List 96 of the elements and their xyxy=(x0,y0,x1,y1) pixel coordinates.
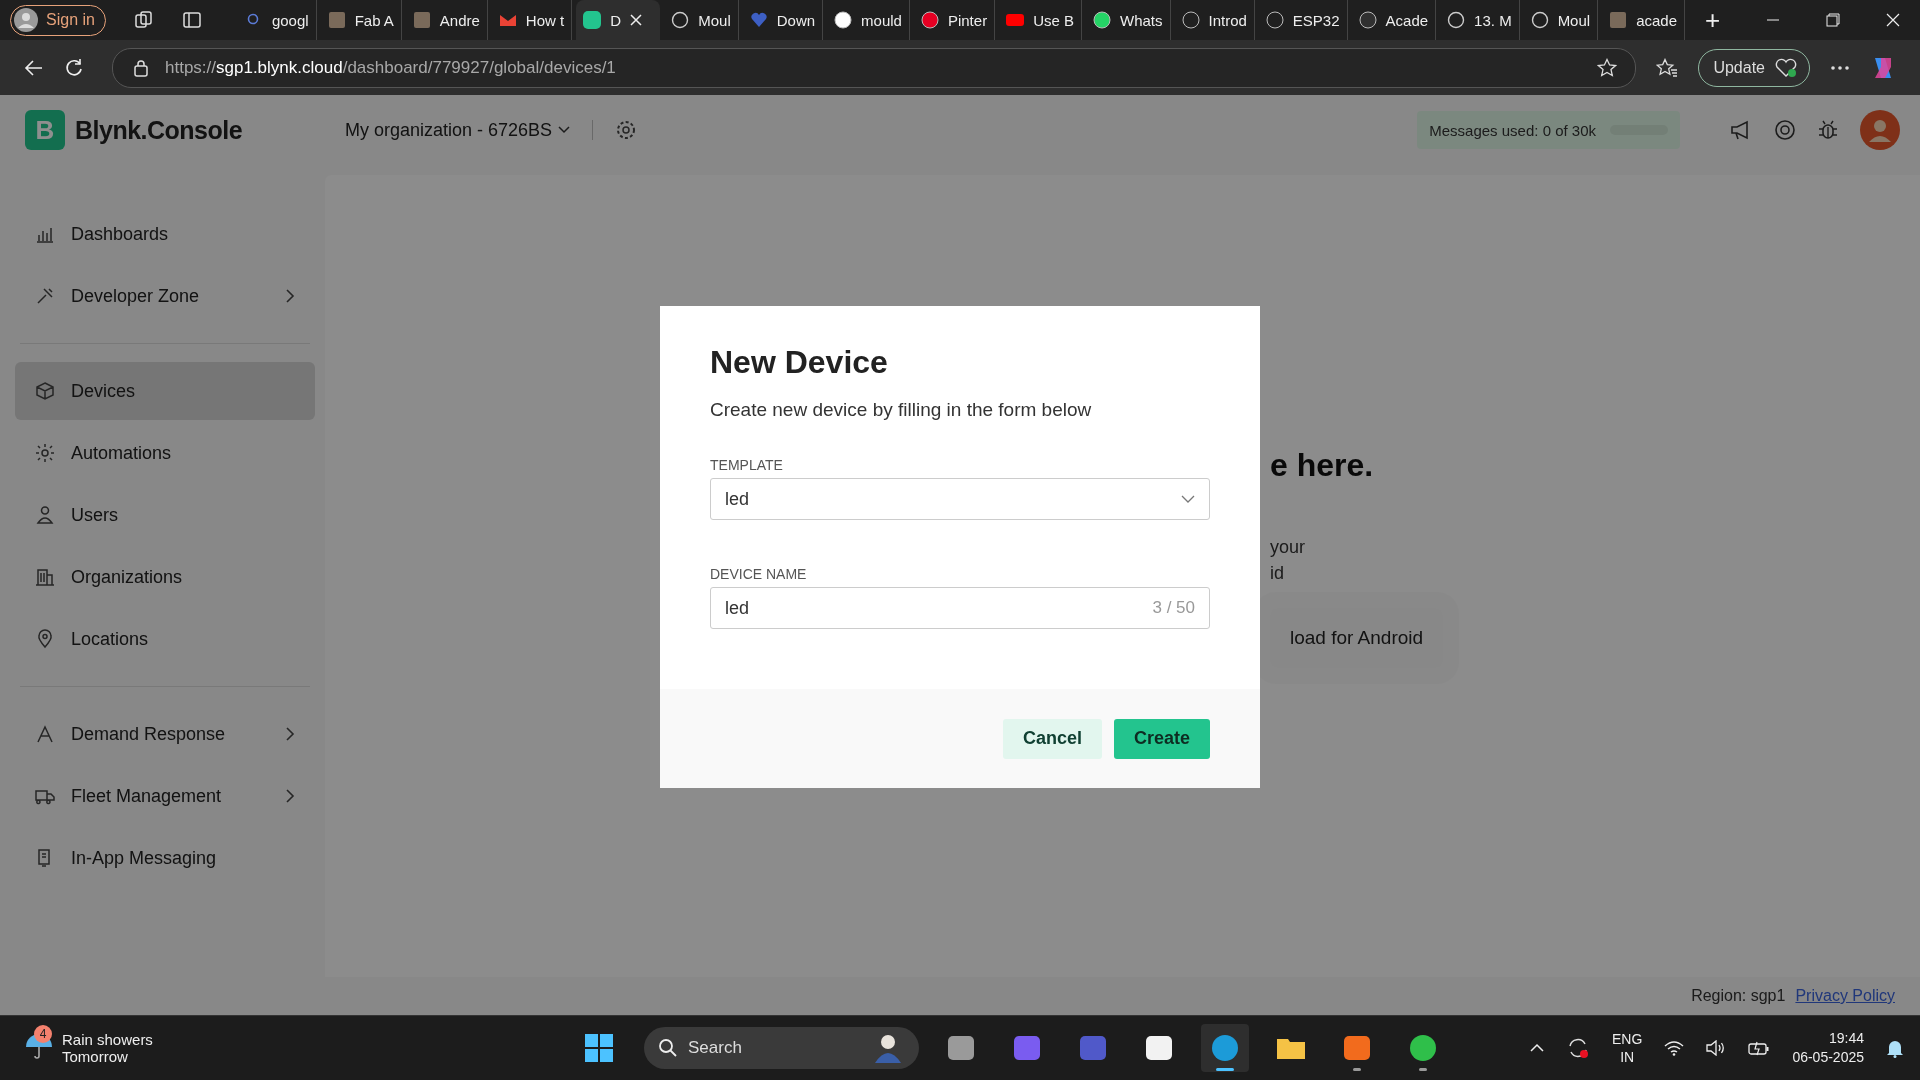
start-icon[interactable] xyxy=(584,1033,614,1063)
clock[interactable]: 19:44 06-05-2025 xyxy=(1792,1029,1864,1067)
refresh-icon[interactable] xyxy=(64,57,84,78)
favicon-icon xyxy=(1006,11,1025,29)
close-icon[interactable] xyxy=(1886,13,1900,27)
sidebar-item[interactable]: Demand Response xyxy=(15,705,315,763)
volume-icon[interactable] xyxy=(1706,1040,1727,1056)
sidebar-item[interactable]: Fleet Management xyxy=(15,767,315,825)
chevron-down-icon xyxy=(1181,495,1195,503)
messages-used-text: Messages used: 0 of 30k xyxy=(1429,121,1596,139)
organizations-icon xyxy=(35,567,55,587)
chevron-right-icon xyxy=(285,288,295,304)
device-name-field[interactable]: led 3 / 50 xyxy=(710,587,1210,629)
more-icon[interactable] xyxy=(1830,64,1850,71)
favicon-icon xyxy=(1530,11,1549,29)
chevron-right-icon xyxy=(285,788,295,804)
app-icon xyxy=(946,1033,976,1063)
favicon-icon xyxy=(834,11,853,29)
sync-icon[interactable] xyxy=(1566,1036,1591,1060)
url-text: https://sgp1.blynk.cloud/dashboard/779927/global/devices/1 xyxy=(165,57,616,78)
taskbar-search-field[interactable]: Search xyxy=(644,1027,919,1069)
favicon-icon xyxy=(412,11,431,29)
star-icon[interactable] xyxy=(1597,57,1618,78)
tab-actions-icon[interactable] xyxy=(181,10,202,30)
browser-tab[interactable]: D xyxy=(576,0,661,40)
field-label: DEVICE NAME xyxy=(710,566,808,582)
sidebar-item[interactable]: Devices xyxy=(15,362,315,420)
restore-icon[interactable] xyxy=(1826,13,1840,27)
workspaces-icon[interactable] xyxy=(133,10,154,30)
sidebar-item[interactable]: Developer Zone xyxy=(15,267,315,325)
wifi-icon[interactable] xyxy=(1664,1040,1685,1056)
favicon-icon xyxy=(327,11,346,29)
new-tab-button[interactable]: + xyxy=(1699,3,1727,37)
user-avatar-icon[interactable] xyxy=(1860,110,1900,150)
sidebar-item[interactable]: Users xyxy=(15,486,315,544)
favicon-icon xyxy=(749,11,768,29)
app-icon xyxy=(1078,1033,1108,1063)
field-label: TEMPLATE xyxy=(710,457,784,473)
devices-icon xyxy=(35,381,55,401)
weather-subtitle: Tomorrow xyxy=(62,1048,129,1065)
sidebar-item[interactable]: Organizations xyxy=(15,548,315,606)
dialog-subtitle: Create new device by filling in the form below xyxy=(710,399,1093,421)
sidebar-item[interactable]: Automations xyxy=(15,424,315,482)
battery-icon[interactable] xyxy=(1748,1040,1771,1056)
demand-icon xyxy=(35,724,55,744)
sidebar-item[interactable]: In-App Messaging xyxy=(15,829,315,887)
developer-icon xyxy=(35,286,55,306)
automations-icon xyxy=(35,443,55,463)
app-icon xyxy=(1408,1033,1438,1063)
app-icon xyxy=(1144,1033,1174,1063)
search-icon xyxy=(658,1038,678,1058)
chevron-right-icon xyxy=(285,726,295,742)
weather-title: Rain showers xyxy=(62,1031,153,1048)
dialog-title: New Device xyxy=(710,344,889,381)
locations-icon xyxy=(35,629,55,649)
favicon-icon xyxy=(671,11,690,29)
empty-state-text: your xyxy=(1270,536,1305,559)
lock-icon xyxy=(133,58,149,77)
favicon-icon xyxy=(1093,11,1111,29)
settings-icon[interactable] xyxy=(615,119,638,141)
cancel-button[interactable]: Cancel xyxy=(1002,718,1102,759)
bug-icon[interactable] xyxy=(1818,119,1838,141)
avatar-icon xyxy=(14,8,38,32)
favicon-icon xyxy=(1265,11,1284,29)
favicon-icon xyxy=(920,11,939,29)
empty-state-text: id xyxy=(1270,562,1284,585)
address-field[interactable]: https://sgp1.blynk.cloud/dashboard/779927/global/devices/1 xyxy=(112,47,1637,88)
back-icon[interactable] xyxy=(24,57,44,78)
chevron-up-icon[interactable] xyxy=(1530,1043,1545,1053)
organization-selector[interactable]: My organization - 6726BS xyxy=(345,119,571,141)
app-icon xyxy=(1012,1033,1042,1063)
lifebuoy-icon[interactable] xyxy=(1774,119,1796,141)
region-text: Region: sgp1 xyxy=(1691,987,1786,1005)
app-icon xyxy=(1210,1033,1240,1063)
close-icon[interactable] xyxy=(630,14,643,26)
app-icon xyxy=(1342,1033,1372,1063)
create-button[interactable]: Create xyxy=(1113,718,1210,759)
heart-pulse-icon xyxy=(1775,57,1797,78)
language-indicator[interactable]: ENG IN xyxy=(1612,1030,1643,1066)
sidebar-item[interactable]: Locations xyxy=(15,610,315,668)
favicon-icon xyxy=(1447,11,1466,29)
template-select[interactable]: led xyxy=(710,478,1210,520)
bell-icon[interactable] xyxy=(1886,1038,1904,1058)
logo: B xyxy=(25,110,65,150)
favicon-icon xyxy=(1358,11,1377,29)
favorites-icon[interactable] xyxy=(1656,57,1679,78)
brand-name: Blynk.Console xyxy=(75,115,243,145)
sidebar-item[interactable]: Dashboards xyxy=(15,205,315,263)
notification-badge: 4 xyxy=(34,1025,52,1043)
empty-state-heading: e here. xyxy=(1270,447,1374,484)
favicon-icon xyxy=(1181,11,1200,29)
chevron-down-icon xyxy=(558,126,571,134)
users-icon xyxy=(35,505,55,525)
taskbar-app[interactable] xyxy=(1201,1024,1249,1072)
favicon-icon xyxy=(1609,11,1628,29)
favicon-icon xyxy=(583,11,602,29)
